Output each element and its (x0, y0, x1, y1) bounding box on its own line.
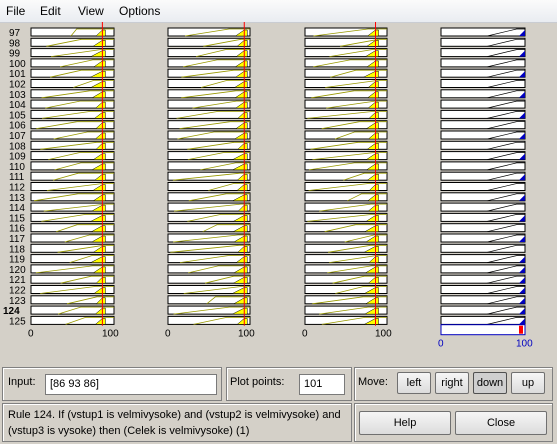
membership-box (440, 27, 526, 37)
membership-box (440, 99, 526, 109)
menu-options[interactable]: Options (119, 4, 160, 18)
membership-box (440, 140, 526, 150)
help-button[interactable]: Help (359, 411, 451, 435)
axis-tick-label: 0 (302, 329, 308, 340)
aggregate-marker (519, 325, 523, 334)
action-panel: Help Close (354, 403, 553, 442)
membership-box (440, 48, 526, 58)
membership-box (440, 305, 526, 315)
plot-points-field[interactable]: 101 (299, 374, 345, 395)
move-left-button[interactable]: left (397, 372, 431, 394)
membership-box (440, 243, 526, 253)
move-down-button[interactable]: down (473, 372, 507, 394)
close-button[interactable]: Close (455, 411, 547, 435)
membership-box (440, 192, 526, 202)
rule-text: Rule 124. If (vstup1 is velmivysoke) and… (8, 409, 341, 437)
move-panel: Move: left right down up (354, 367, 553, 401)
membership-box (440, 285, 526, 294)
membership-box (440, 161, 526, 171)
membership-box (440, 182, 526, 191)
rule-panel: Rule 124. If (vstup1 is velmivysoke) and… (2, 403, 352, 442)
input-panel: Input: [86 93 86] (2, 367, 222, 401)
input-field[interactable]: [86 93 86] (45, 374, 217, 395)
membership-box (440, 295, 526, 305)
rule-row-label: 125 (9, 316, 26, 327)
membership-box (440, 37, 526, 47)
plot-points-panel: Plot points: 101 (226, 367, 352, 401)
plot-points-label: Plot points: (230, 376, 285, 388)
membership-box (440, 274, 526, 284)
menu-bar: File Edit View Options (0, 0, 557, 23)
axis-tick-label: 100 (375, 329, 392, 340)
membership-box (440, 120, 526, 130)
output-axis-min: 0 (438, 339, 444, 350)
membership-box (440, 212, 526, 222)
move-label: Move: (358, 376, 388, 388)
menu-edit[interactable]: Edit (40, 4, 61, 18)
membership-box (440, 151, 526, 161)
membership-box (440, 79, 526, 88)
membership-box (440, 233, 526, 243)
membership-box (440, 109, 526, 119)
axis-tick-label: 100 (102, 329, 119, 340)
membership-box (440, 202, 526, 212)
membership-box (440, 58, 526, 68)
input-label: Input: (8, 376, 36, 388)
rule-viewer-plot[interactable]: 9798991001011021031041051061071081091101… (0, 22, 557, 364)
membership-box (440, 223, 526, 233)
membership-box (440, 315, 526, 325)
axis-tick-label: 100 (238, 329, 255, 340)
menu-view[interactable]: View (78, 4, 104, 18)
axis-tick-label: 0 (28, 329, 34, 340)
membership-box (440, 264, 526, 274)
membership-box (440, 171, 526, 181)
move-up-button[interactable]: up (511, 372, 545, 394)
membership-box (440, 130, 526, 140)
membership-box (440, 254, 526, 264)
output-axis-max: 100 (516, 339, 533, 350)
membership-box (440, 68, 526, 78)
menu-file[interactable]: File (6, 4, 25, 18)
move-right-button[interactable]: right (435, 372, 469, 394)
axis-tick-label: 0 (165, 329, 171, 340)
aggregate-output-box (440, 324, 526, 336)
membership-box (440, 89, 526, 99)
